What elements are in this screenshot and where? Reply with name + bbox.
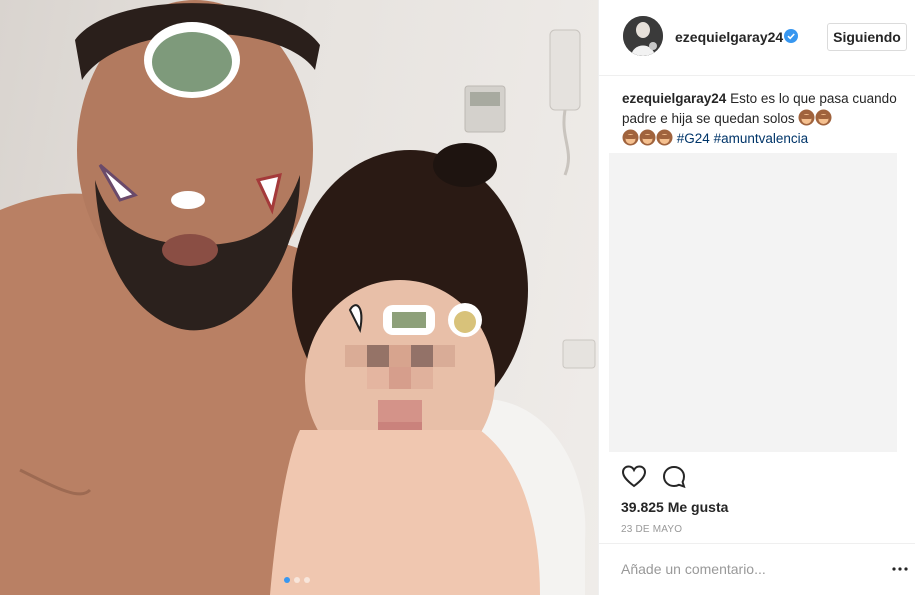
carousel-indicator[interactable]	[284, 577, 310, 583]
like-count[interactable]: 39.825 Me gusta	[621, 499, 728, 515]
post-username[interactable]: ezequielgaray24	[675, 29, 783, 45]
more-options-icon[interactable]	[891, 562, 909, 576]
comment-bubble-icon[interactable]	[661, 464, 687, 490]
see-no-evil-monkey-emoji-icon	[639, 129, 656, 146]
avatar[interactable]	[623, 16, 663, 56]
comment-input[interactable]	[621, 558, 861, 580]
carousel-dot[interactable]	[294, 577, 300, 583]
following-button[interactable]: Siguiendo	[827, 23, 907, 51]
post-caption: ezequielgaray24 Esto es lo que pasa cuan…	[622, 89, 902, 149]
see-no-evil-monkey-emoji-icon	[815, 109, 832, 126]
post-header: ezequielgaray24 Siguiendo	[599, 0, 915, 76]
see-no-evil-monkey-emoji-icon	[622, 129, 639, 146]
post-details-panel: ezequielgaray24 Siguiendo ezequielgaray2…	[598, 0, 915, 595]
comments-area	[609, 153, 897, 452]
carousel-dot[interactable]	[304, 577, 310, 583]
post-date[interactable]: 23 DE MAYO	[621, 524, 682, 535]
carousel-dot-active[interactable]	[284, 577, 290, 583]
comment-bar	[599, 543, 915, 595]
hashtag-link[interactable]: #amuntvalencia	[714, 131, 809, 146]
wall-intercom	[549, 29, 581, 111]
girl-body	[270, 430, 540, 595]
heart-icon[interactable]	[621, 464, 647, 490]
wall-switch	[562, 339, 596, 369]
see-no-evil-monkey-emoji-icon	[656, 129, 673, 146]
post-image-illustration	[0, 0, 596, 595]
hashtag-link[interactable]: #G24	[677, 131, 710, 146]
verified-badge-icon	[784, 29, 798, 43]
caption-username[interactable]: ezequielgaray24	[622, 91, 726, 106]
post-actions	[621, 464, 687, 490]
post-photo[interactable]	[0, 0, 598, 595]
see-no-evil-monkey-emoji-icon	[798, 109, 815, 126]
